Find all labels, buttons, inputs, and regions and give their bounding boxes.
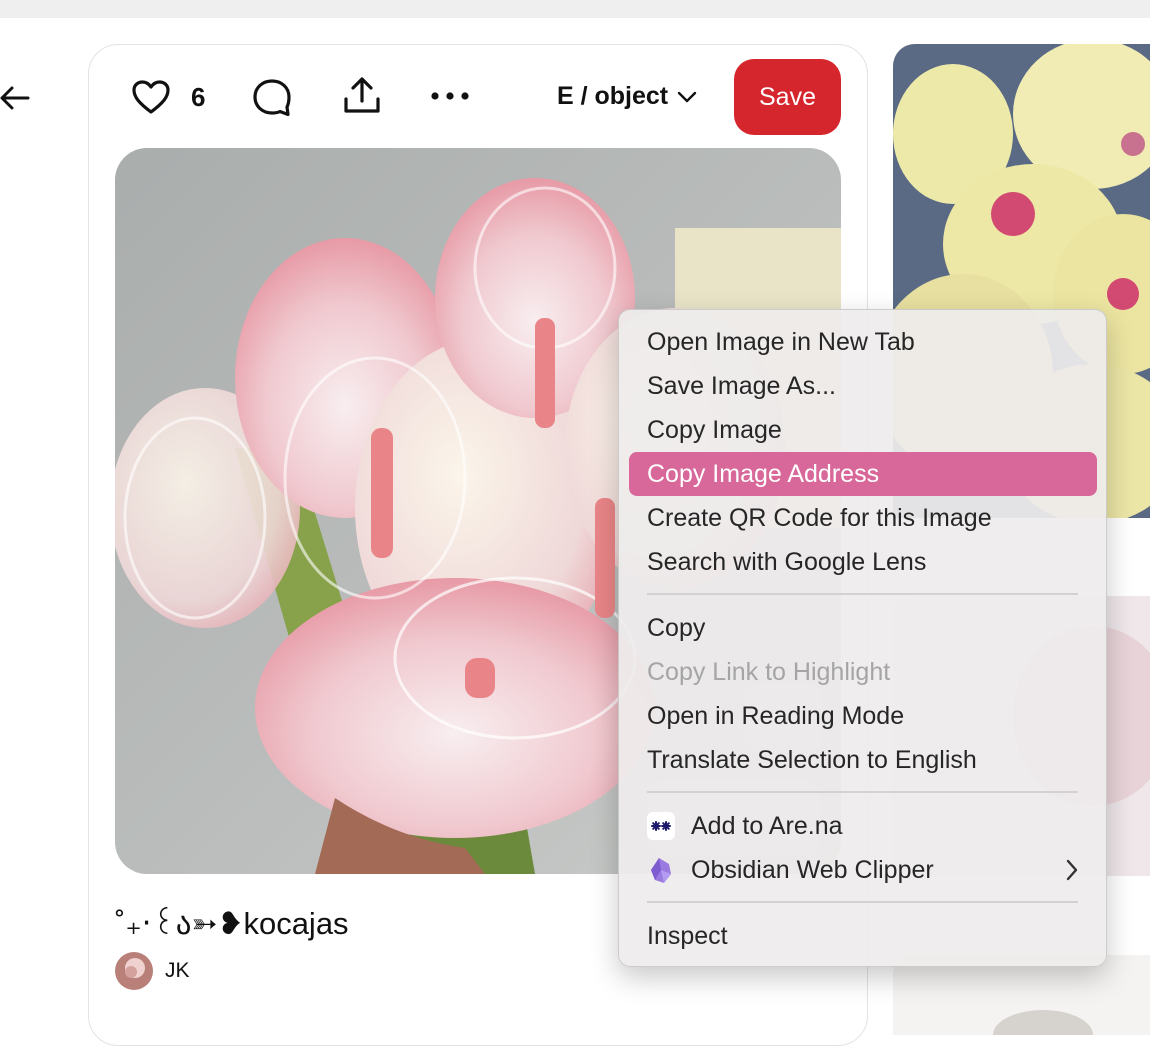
menu-add-to-arena-label: Add to Are.na — [691, 811, 843, 840]
related-pin-3[interactable] — [893, 955, 1150, 1035]
menu-obsidian-label: Obsidian Web Clipper — [691, 855, 934, 884]
menu-separator — [647, 593, 1078, 595]
avatar[interactable] — [115, 952, 153, 990]
pin-title: ˚₊‧꒰ა➳❥kocajas — [115, 906, 349, 941]
avatar-photo — [115, 952, 153, 990]
menu-copy-image[interactable]: Copy Image — [629, 408, 1097, 452]
pin-author[interactable]: JK — [115, 952, 190, 990]
save-button[interactable]: Save — [734, 59, 841, 135]
arena-icon — [647, 812, 675, 840]
menu-save-image-as[interactable]: Save Image As... — [629, 364, 1097, 408]
menu-copy-link-to-highlight: Copy Link to Highlight — [647, 657, 891, 686]
board-selector[interactable]: E / object — [557, 82, 698, 111]
back-arrow-icon[interactable] — [0, 80, 34, 116]
share-icon[interactable] — [341, 75, 383, 117]
menu-open-reading-mode[interactable]: Open in Reading Mode — [629, 694, 1097, 738]
board-label: E / object — [557, 82, 669, 110]
related-photo-3 — [893, 955, 1150, 1035]
like-count: 6 — [191, 82, 206, 112]
menu-separator — [647, 901, 1078, 903]
menu-inspect[interactable]: Inspect — [629, 914, 1097, 958]
menu-add-to-arena[interactable]: Add to Are.na — [629, 804, 1097, 848]
chevron-down-icon — [677, 91, 697, 102]
menu-search-google-lens[interactable]: Search with Google Lens — [629, 540, 1097, 584]
pin-action-bar: 6 E / object Save — [89, 45, 867, 149]
menu-create-qr-code[interactable]: Create QR Code for this Image — [629, 496, 1097, 540]
heart-icon[interactable] — [131, 79, 171, 115]
menu-copy-image-address[interactable]: Copy Image Address — [629, 452, 1097, 496]
menu-translate-selection[interactable]: Translate Selection to English — [629, 738, 1097, 782]
menu-open-image-new-tab[interactable]: Open Image in New Tab — [629, 320, 1097, 364]
menu-obsidian-web-clipper[interactable]: Obsidian Web Clipper — [629, 848, 1097, 892]
menu-separator — [647, 791, 1078, 793]
chevron-right-icon — [1066, 859, 1078, 881]
menu-copy[interactable]: Copy — [629, 606, 1097, 650]
more-icon[interactable] — [429, 89, 471, 103]
author-name[interactable]: JK — [165, 959, 190, 983]
obsidian-icon — [651, 858, 671, 883]
comment-icon[interactable] — [251, 77, 293, 119]
browser-top-bar — [0, 0, 1150, 18]
context-menu: Open Image in New Tab Save Image As... C… — [618, 309, 1107, 967]
